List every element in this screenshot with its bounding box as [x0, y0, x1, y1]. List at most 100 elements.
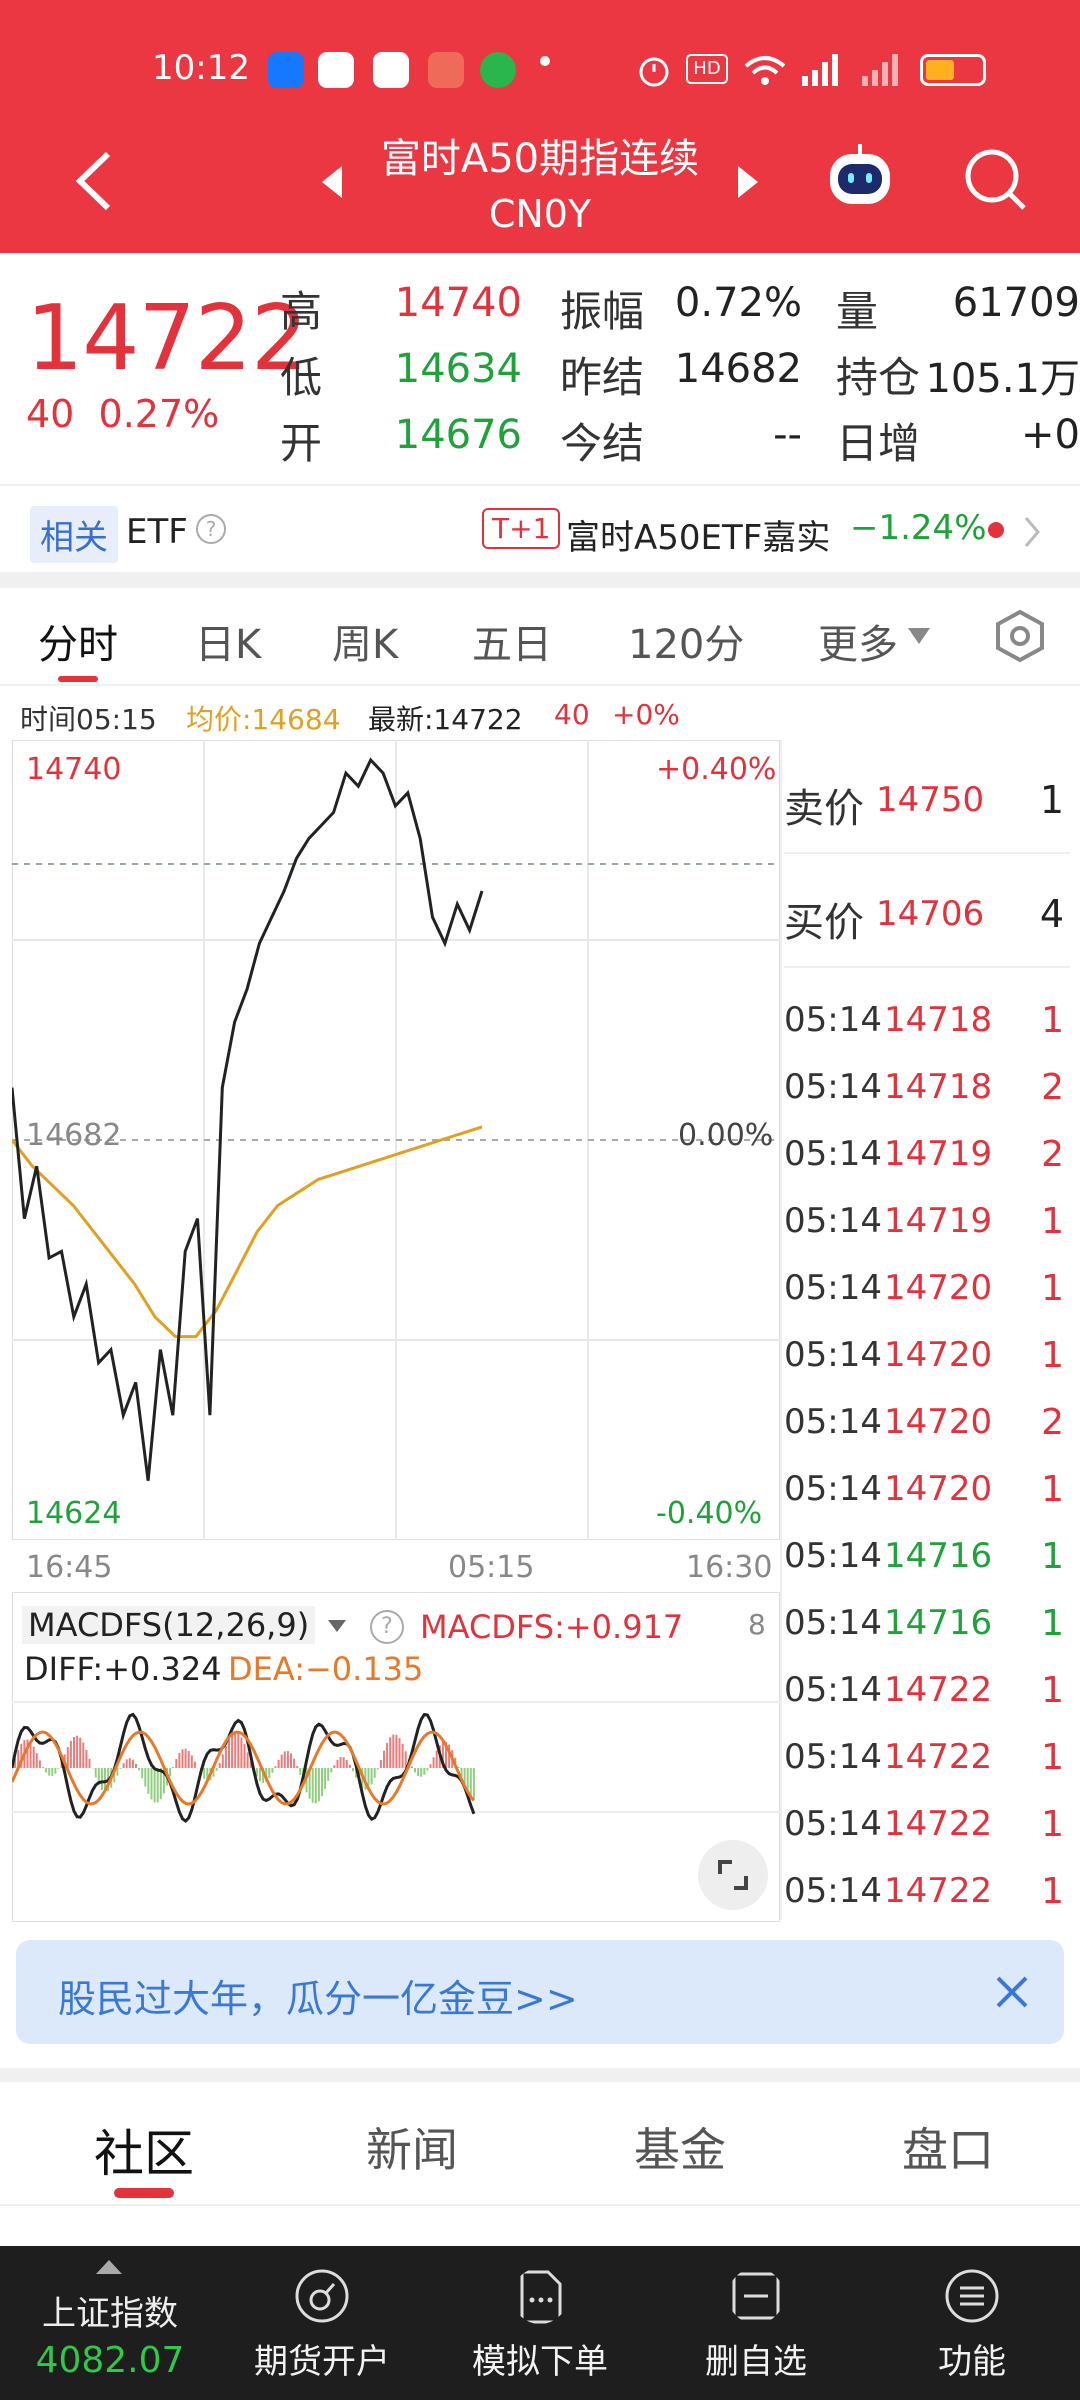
alarm-icon — [639, 57, 669, 87]
trade-price: 14718 — [884, 1067, 993, 1107]
trade-row: 05:14 14720 1 — [784, 1254, 1070, 1321]
trade-volume: 2 — [1041, 1402, 1064, 1443]
tab-funds[interactable]: 基金 — [634, 2114, 726, 2180]
x-mid-label: 05:15 — [448, 1550, 535, 1585]
trade-volume: 1 — [1041, 1201, 1064, 1242]
etf-label: ETF — [126, 512, 188, 552]
futures-account-button[interactable]: 期货开户 — [222, 2246, 422, 2400]
signal-2-icon — [862, 54, 898, 86]
chart-change-pct: +0% — [612, 698, 680, 731]
trade-time: 05:14 — [784, 1201, 882, 1241]
trade-row: 05:14 14722 1 — [784, 1857, 1070, 1924]
help-icon[interactable]: ? — [196, 514, 226, 544]
trade-time: 05:14 — [784, 1670, 882, 1710]
macd-indicator-select[interactable]: MACDFS(12,26,9) — [22, 1606, 316, 1644]
related-tag: 相关 — [30, 506, 118, 563]
index-name: 上证指数 — [42, 2294, 178, 2334]
intraday-chart[interactable] — [12, 740, 780, 1540]
amplitude-value: 0.72% — [674, 280, 802, 326]
prev-settle-value: 14682 — [674, 346, 802, 392]
status-time: 10:12 — [152, 48, 250, 88]
trade-row: 05:14 14716 1 — [784, 1589, 1070, 1656]
remove-watchlist-button[interactable]: 删自选 — [656, 2246, 856, 2400]
open-label: 开 — [280, 419, 323, 468]
trade-price: 14716 — [884, 1536, 993, 1576]
ask-row: 卖价 14750 1 — [784, 778, 1064, 832]
tab-five-day[interactable]: 五日 — [472, 612, 552, 670]
trade-row: 05:14 14719 1 — [784, 1187, 1070, 1254]
app-screen: 10:12 HD 富时A50期指连续 CN0Y 14722 40 0.27% 高… — [0, 0, 1080, 2400]
trade-row: 05:14 14718 1 — [784, 986, 1070, 1053]
expand-chart-button[interactable] — [698, 1840, 768, 1910]
tab-intraday[interactable]: 分时 — [38, 612, 118, 670]
next-contract-icon[interactable] — [734, 162, 762, 202]
tab-daily-k[interactable]: 日K — [195, 612, 261, 670]
header: 10:12 HD 富时A50期指连续 CN0Y — [0, 0, 1080, 253]
wifi-icon — [744, 56, 786, 85]
etf-name: 富时A50ETF嘉实 — [566, 518, 831, 558]
index-value: 4082.07 — [35, 2340, 185, 2381]
trade-price: 14722 — [884, 1804, 993, 1844]
trade-price: 14720 — [884, 1268, 993, 1308]
robot-assistant-icon[interactable] — [822, 140, 898, 216]
simulated-order-button[interactable]: 模拟下单 — [440, 2246, 640, 2400]
chart-avg-price: 均价:14684 — [186, 703, 341, 736]
y-bottom-pct-label: -0.40% — [656, 1496, 763, 1531]
tab-community[interactable]: 社区 — [94, 2114, 194, 2186]
menu-icon — [945, 2269, 999, 2323]
etf-change: −1.24% — [850, 508, 987, 548]
trade-time: 05:14 — [784, 1402, 882, 1442]
tab-more[interactable]: 更多 — [818, 612, 898, 670]
trade-price: 14718 — [884, 1000, 993, 1040]
trade-volume: 2 — [1041, 1134, 1064, 1175]
index-ticker[interactable]: 上证指数 4082.07 — [10, 2246, 210, 2400]
back-icon[interactable] — [70, 146, 120, 216]
trade-volume: 1 — [1041, 1469, 1064, 1510]
tab-news[interactable]: 新闻 — [366, 2114, 458, 2180]
tab-120min[interactable]: 120分 — [628, 612, 744, 670]
bottom-action-bar: 上证指数 4082.07 期货开户 模拟下单 删自选 功能 — [0, 2246, 1080, 2400]
close-icon[interactable] — [994, 1974, 1030, 2010]
divider — [784, 852, 1070, 854]
trade-price: 14722 — [884, 1737, 993, 1777]
chart-latest-price: 最新:14722 — [368, 703, 523, 736]
contract-code: CN0Y — [488, 192, 592, 236]
functions-button[interactable]: 功能 — [872, 2246, 1072, 2400]
trade-time: 05:14 — [784, 1134, 882, 1174]
map-icon — [373, 52, 409, 88]
x-end-label: 16:30 — [686, 1550, 773, 1585]
chevron-right-icon — [1024, 517, 1040, 547]
trade-volume: 1 — [1041, 1268, 1064, 1309]
dropdown-icon — [328, 1620, 346, 1632]
video-icon — [428, 52, 464, 88]
more-dot-icon — [540, 56, 550, 66]
trade-row: 05:14 14720 2 — [784, 1388, 1070, 1455]
promo-banner[interactable]: 股民过大年，瓜分一亿金豆>> — [16, 1940, 1064, 2044]
search-icon[interactable] — [962, 146, 1032, 216]
trade-time: 05:14 — [784, 1871, 882, 1911]
trade-row: 05:14 14720 1 — [784, 1455, 1070, 1522]
divider — [0, 2204, 1080, 2206]
section-gap — [0, 2068, 1080, 2082]
amplitude-label: 振幅 — [560, 287, 645, 336]
tab-handicap[interactable]: 盘口 — [902, 2114, 994, 2180]
trade-volume: 1 — [1041, 1603, 1064, 1644]
alipay-icon — [268, 52, 304, 88]
trade-price: 14719 — [884, 1134, 993, 1174]
bid-row: 买价 14706 4 — [784, 892, 1064, 946]
settle-value: -- — [773, 412, 802, 458]
daily-change-value: +0 — [1021, 412, 1080, 458]
banner-text: 股民过大年，瓜分一亿金豆>> — [58, 1977, 578, 2021]
trade-time: 05:14 — [784, 1536, 882, 1576]
help-icon[interactable]: ? — [370, 1610, 404, 1644]
macdfs-value: MACDFS:+0.917 — [420, 1608, 684, 1646]
high-label: 高 — [280, 287, 323, 336]
settings-icon[interactable] — [992, 608, 1048, 664]
trade-row: 05:14 14720 1 — [784, 1321, 1070, 1388]
tab-weekly-k[interactable]: 周K — [332, 612, 398, 670]
low-label: 低 — [280, 353, 323, 402]
chart-time: 时间05:15 — [20, 703, 157, 736]
app-icon — [318, 52, 354, 88]
volume-label: 量 — [836, 287, 879, 336]
trade-row: 05:14 14719 2 — [784, 1120, 1070, 1187]
